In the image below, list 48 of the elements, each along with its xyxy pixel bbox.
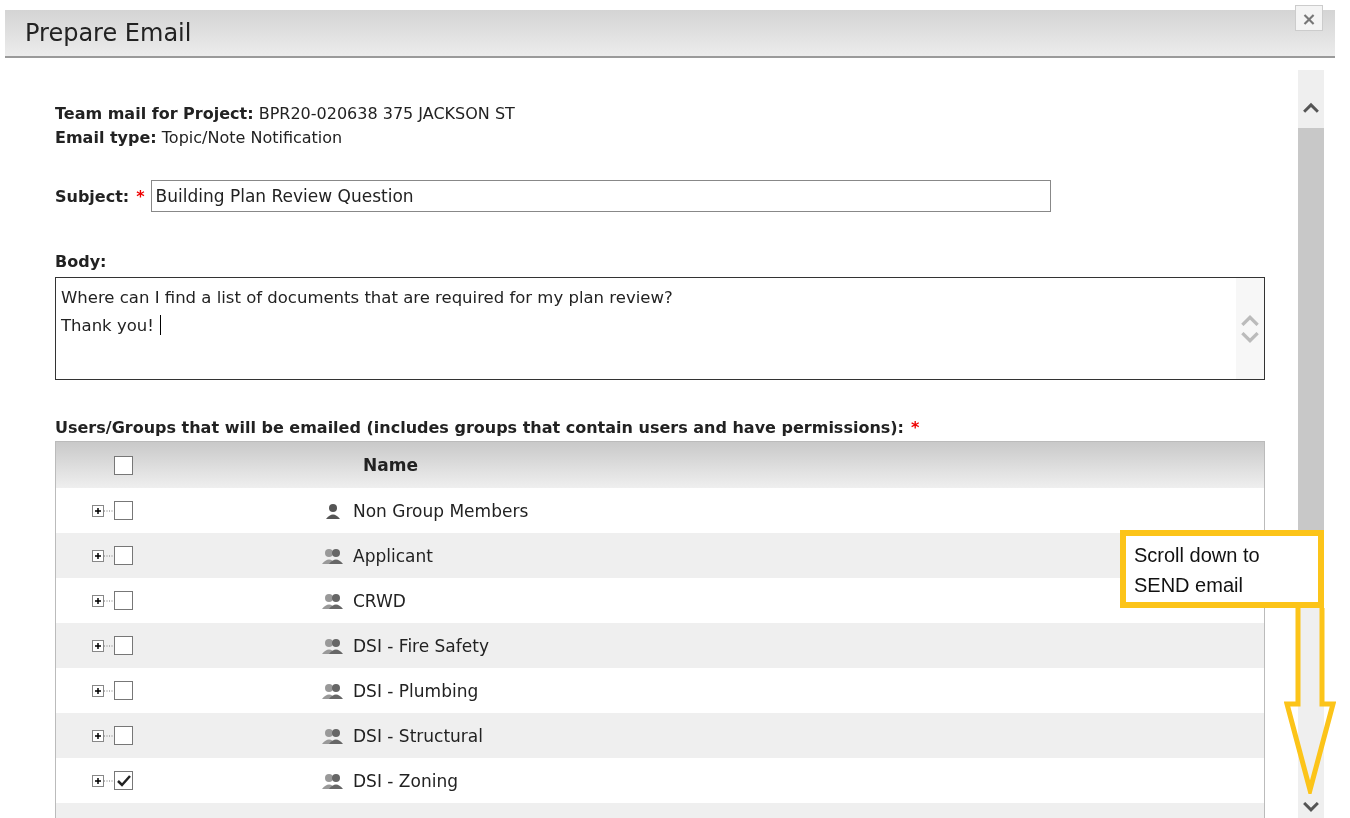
body-label: Body: [55,252,107,271]
group-icon [321,772,345,789]
group-icon [321,637,345,654]
tree-line [104,599,114,602]
expand-icon[interactable] [92,639,104,652]
recipient-name: CRWD [353,590,406,611]
checkbox[interactable] [114,636,133,655]
expand-icon[interactable] [92,684,104,697]
recipient-name: DSI - Zoning [353,770,458,791]
checkbox[interactable] [114,771,133,790]
expand-icon[interactable] [92,594,104,607]
recipient-name: DSI - Structural [353,725,483,746]
person-icon [326,502,340,519]
tree-line [104,779,114,782]
recipient-name: DSI - Plumbing [353,680,479,701]
expand-icon[interactable] [92,729,104,742]
required-mark: * [911,418,920,437]
text-cursor [159,315,161,335]
expand-icon[interactable] [92,549,104,562]
checkbox[interactable] [114,546,133,565]
required-mark: * [136,186,145,206]
recipients-label: Users/Groups that will be emailed (includes groups that contain users and have permissions): [55,418,904,437]
info-line: Team mail for Project: BPR20-020638 375 JACKSON ST [55,103,516,125]
expand-icon[interactable] [92,774,104,787]
column-header: Name [363,455,418,475]
checkbox[interactable] [114,681,133,700]
close-button[interactable]: × [1295,5,1323,31]
tree-line [104,509,114,512]
checkbox[interactable] [114,501,133,520]
group-icon [321,727,345,744]
info-line: Email type: Topic/Note Notification [55,127,344,149]
group-icon [321,592,345,609]
subject-label: Subject: [55,186,130,206]
scroll-down-icon[interactable] [1302,802,1320,813]
subject-field[interactable]: Building Plan Review Question [150,180,1051,212]
checkbox[interactable] [114,455,133,475]
checkbox[interactable] [114,591,133,610]
tree-line [104,689,114,692]
recipient-name: DSI - Fire Safety [353,635,489,656]
checkbox[interactable] [114,726,133,745]
expand-icon[interactable] [92,504,104,517]
recipient-name: Applicant [353,545,433,566]
dialog-title: Prepare Email [25,19,192,47]
scroll-hint-tooltip: Scroll down to SEND email [1120,530,1324,608]
group-icon [321,682,345,699]
scroll-up-icon[interactable] [1302,102,1320,113]
recipient-name: Non Group Members [353,500,529,521]
group-icon [321,547,345,564]
